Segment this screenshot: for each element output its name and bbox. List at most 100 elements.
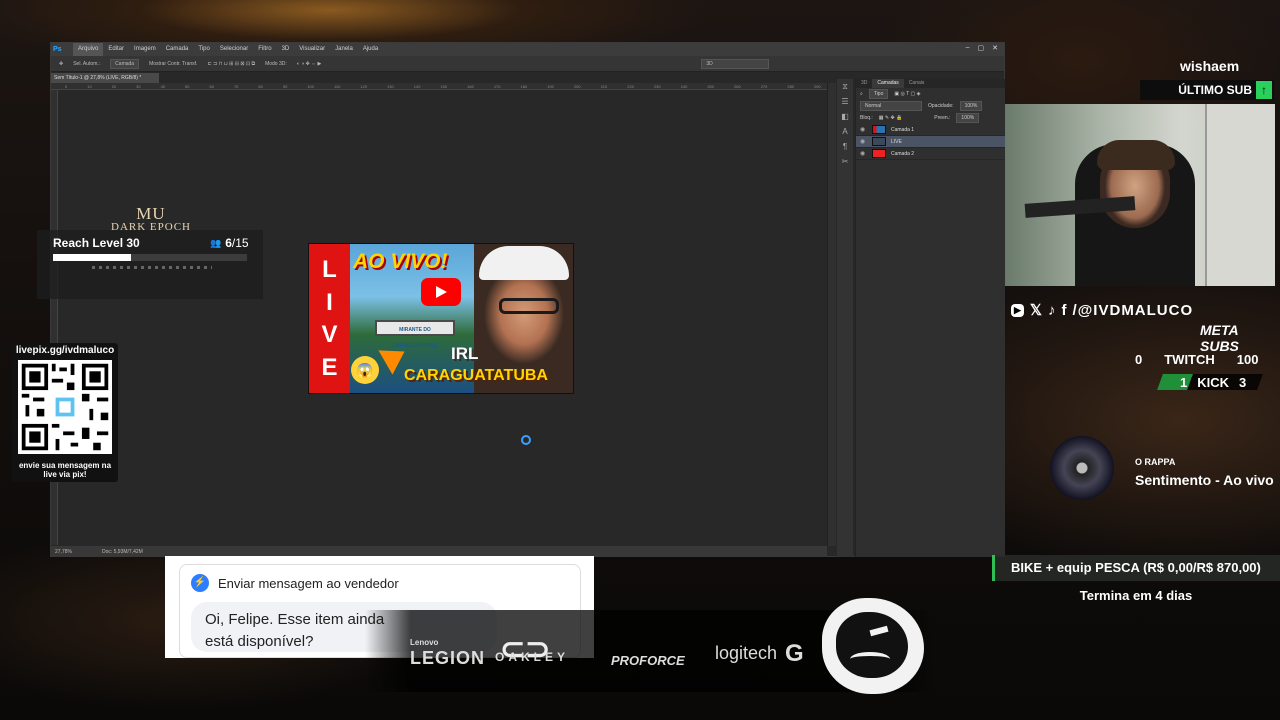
blend-mode-dropdown[interactable]: Normal (860, 101, 922, 111)
ruler-tick: 240 (680, 84, 688, 89)
layer-row-selected[interactable]: ◉ LIVE (856, 136, 1005, 148)
pager-dots (92, 266, 212, 269)
3d-mode-icons[interactable]: ◐ ◑ ✥ ⇔ ▶ (297, 61, 322, 67)
close-button[interactable]: ✕ (992, 44, 998, 52)
twitch-goal-row: 0 TWITCH 100 (1135, 352, 1258, 367)
zoom-level[interactable]: 27,78% (55, 549, 72, 555)
align-icons[interactable]: ⊏ ⊐ ⊓ ⊔ ⊞ ⊟ ⊠ ⊡ ⧉ (207, 61, 255, 67)
youtube-thumbnail-artwork[interactable]: L I V E AO VIVO! MIRANTE DO CARAGUATATUB… (308, 243, 574, 394)
last-sub-label: ÚLTIMO SUB (1178, 83, 1252, 97)
vinyl-record-icon (1050, 436, 1114, 500)
vertical-scrollbar[interactable] (827, 83, 836, 546)
tab-canais[interactable]: Canais (904, 79, 930, 88)
minimize-button[interactable]: – (966, 44, 970, 52)
live-letter: I (326, 288, 333, 316)
ruler-tick: 150 (440, 84, 448, 89)
skateboard-decor (1205, 104, 1275, 286)
quest-progress-fill (53, 254, 131, 261)
quest-current: 6 (225, 236, 232, 250)
live-letter: E (321, 353, 338, 381)
kick-label: KICK (1197, 374, 1230, 390)
menu-imagem[interactable]: Imagem (129, 43, 161, 56)
tab-camadas[interactable]: Camadas (872, 79, 904, 88)
eye-icon[interactable]: ◉ (860, 138, 867, 145)
menu-janela[interactable]: Janela (330, 43, 358, 56)
fill-input[interactable]: 100% (956, 113, 980, 123)
mirante-sign: MIRANTE DO CARAGUATATUBA (375, 320, 455, 349)
ruler-tick: 20 (111, 84, 117, 89)
adjust-icon[interactable]: ◧ (837, 109, 853, 124)
ruler-tick: 110 (334, 84, 341, 89)
messenger-icon: ⚡ (191, 574, 209, 592)
menu-selecionar[interactable]: Selecionar (215, 43, 253, 56)
layer-name: Camada 2 (891, 150, 915, 157)
menu-camada[interactable]: Camada (161, 43, 194, 56)
ruler-tick: 50 (185, 84, 190, 89)
menu-editar[interactable]: Editar (103, 43, 129, 56)
menu-ajuda[interactable]: Ajuda (358, 43, 383, 56)
message-seller-title[interactable]: Enviar mensagem ao vendedor (218, 576, 399, 591)
layer-thumbnail (872, 125, 886, 134)
ruler-tick: 10 (87, 84, 92, 89)
filter-icons[interactable]: ▣ ◎ T ▢ ◈ (894, 91, 920, 97)
show-transform-checkbox[interactable]: Mostrar Contr. Transf. (149, 61, 197, 67)
menu-arquivo[interactable]: Arquivo (73, 43, 104, 56)
ruler-tick: 260 (734, 84, 741, 89)
ruler-tick: 190 (547, 84, 554, 89)
auto-select-checkbox[interactable]: Sel. Autom.: (73, 61, 100, 67)
filter-kind-dropdown[interactable]: Tipo (868, 89, 889, 99)
opacity-input[interactable]: 100% (959, 101, 983, 111)
menu-bar: Ps Arquivo Editar Imagem Camada Tipo Sel… (51, 43, 1004, 56)
x-icon: 𝕏 (1029, 302, 1043, 319)
proforce-logo: PROFORCE (611, 653, 685, 668)
maximize-button[interactable]: ▢ (978, 44, 985, 52)
now-playing-widget: O RAPPA Sentimento - Ao vivo (1050, 436, 1280, 500)
ruler-tick: 0 (65, 84, 68, 89)
ruler-tick: 170 (493, 84, 501, 89)
menu-filtro[interactable]: Filtro (253, 43, 276, 56)
lock-icons[interactable]: ▦ ✎ ✥ 🔒 (879, 115, 903, 121)
livepix-url: livepix.gg/ivdmaluco (15, 345, 115, 356)
panel-tabs: 3D Camadas Canais (856, 79, 1005, 88)
webcam-feed (1005, 104, 1275, 286)
ruler-tick: 30 (136, 84, 141, 89)
horizontal-ruler: 0 10 20 30 40 50 60 70 80 90 100 110 120 130 140 150 160… (51, 83, 901, 90)
doc-size: Doc: 5,93M/7,42M (101, 548, 143, 555)
tools-icon[interactable]: ✂ (837, 154, 853, 169)
logitech-g-logo: G (785, 640, 804, 667)
layer-name: LIVE (891, 138, 902, 145)
now-playing-track: Sentimento - Ao vivo (1135, 472, 1274, 488)
quest-total: /15 (231, 236, 249, 250)
ruler-tick: 230 (653, 84, 661, 89)
move-tool-icon[interactable]: ✥ (59, 61, 63, 67)
character-icon[interactable]: A (837, 124, 853, 139)
twitch-goal: 100 (1236, 352, 1259, 367)
document-tab[interactable]: Sem Título-1 @ 27,8% (LIVE, RGB/8) * (51, 73, 159, 83)
paragraph-icon[interactable]: ¶ (837, 139, 853, 154)
qr-code-icon (18, 360, 112, 454)
social-handles: ▶ 𝕏 ♪ f /@IVDMALUCO (1005, 295, 1280, 325)
menu-tipo[interactable]: Tipo (193, 43, 214, 56)
furia-inner (836, 612, 908, 678)
workspace-dropdown[interactable]: 3D (701, 58, 770, 69)
layer-row[interactable]: ◉ Camada 1 (856, 124, 1005, 136)
lenovo-logo: Lenovo (410, 638, 439, 647)
oakley-logo: OAKLEY (495, 650, 570, 664)
fill-label: Preen.: (934, 115, 951, 121)
furia-mouth (850, 652, 890, 666)
menu-3d[interactable]: 3D (277, 43, 295, 56)
eye-icon[interactable]: ◉ (860, 150, 867, 157)
properties-icon[interactable]: ☰ (837, 94, 853, 109)
layer-row[interactable]: ◉ Camada 2 (856, 148, 1005, 160)
lock-label: Bloq.: (860, 115, 873, 121)
ruler-tick: 120 (360, 84, 368, 89)
shocked-emoji-icon: 😱 (351, 356, 379, 384)
play-icon (436, 286, 447, 298)
quest-progress-bar (53, 254, 247, 261)
menu-visualizar[interactable]: Visualizar (294, 43, 330, 56)
auto-select-dropdown[interactable]: Camada (110, 58, 140, 69)
eye-icon[interactable]: ◉ (860, 126, 867, 133)
history-icon[interactable]: ⧖ (837, 79, 853, 94)
tab-3d[interactable]: 3D (856, 79, 872, 88)
blend-row: Normal Opacidade: 100% (856, 100, 1005, 112)
